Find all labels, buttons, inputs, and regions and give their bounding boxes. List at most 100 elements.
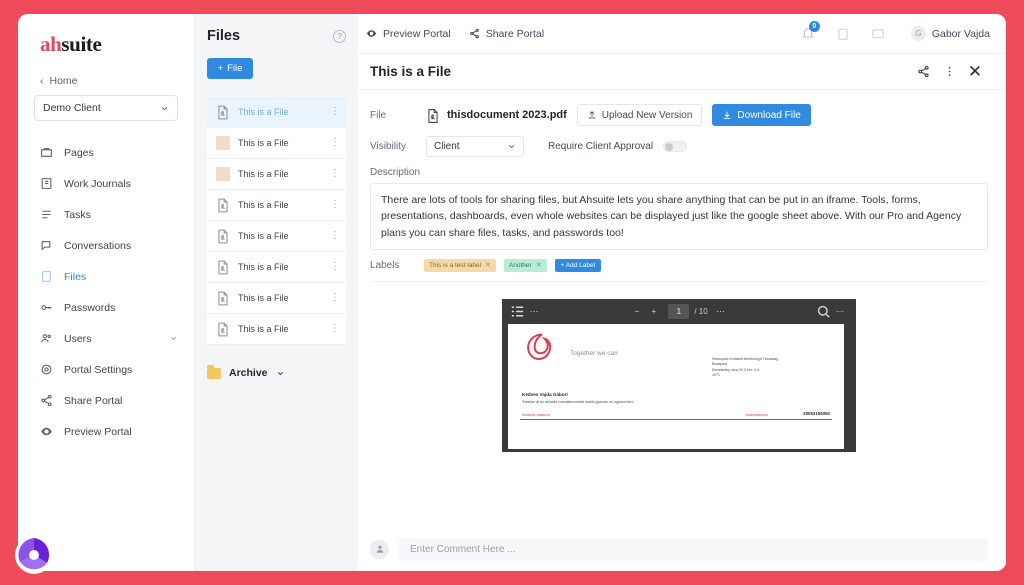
sidebar-item-passwords[interactable]: Passwords <box>18 292 194 323</box>
message-icon <box>872 28 885 38</box>
share-portal-label: Share Portal <box>485 27 545 40</box>
client-select[interactable]: Demo Client <box>34 95 178 121</box>
zoom-in-button[interactable]: + <box>645 303 662 320</box>
page-title: This is a File <box>370 64 452 79</box>
remove-label-icon[interactable]: ✕ <box>485 261 491 269</box>
labels-label: Labels <box>370 259 400 271</box>
pdf-file-icon <box>216 260 230 275</box>
sidebar-item-conversations[interactable]: Conversations <box>18 230 194 261</box>
add-file-button[interactable]: + File <box>207 58 253 79</box>
more-vertical-icon[interactable]: ⋮ <box>330 138 340 148</box>
more-vertical-icon[interactable]: ⋮ <box>330 169 340 179</box>
label-chip[interactable]: This is a test label ✕ <box>424 258 496 272</box>
more-horizontal-icon[interactable]: ⋯ <box>832 303 849 320</box>
upload-label: Upload New Version <box>601 109 693 121</box>
sidebar-label: Conversations <box>64 239 132 252</box>
app-window: ahsuite ‹ Home Demo Client Pages Work Jo… <box>18 14 1006 571</box>
close-button[interactable]: ✕ <box>962 59 988 85</box>
pdf-page-input[interactable]: 1 <box>668 303 690 319</box>
brand-logo[interactable]: ahsuite <box>18 14 194 71</box>
sidebar-item-work-journals[interactable]: Work Journals <box>18 168 194 199</box>
image-thumbnail <box>216 167 230 181</box>
image-thumbnail <box>216 136 230 150</box>
file-list-item[interactable]: This is a File ⋮ <box>207 221 346 252</box>
add-label-button[interactable]: + Add Label <box>554 258 602 272</box>
add-file-label: File <box>227 63 243 74</box>
home-label: Home <box>49 75 78 87</box>
sidebar: ahsuite ‹ Home Demo Client Pages Work Jo… <box>18 14 194 571</box>
download-icon <box>724 111 731 119</box>
zoom-out-button[interactable]: − <box>628 303 645 320</box>
upload-new-version-button[interactable]: Upload New Version <box>576 104 703 126</box>
pdf-tagline: Together we can <box>570 349 618 357</box>
more-options-button[interactable] <box>936 59 962 85</box>
file-name: This is a File <box>238 169 289 179</box>
comment-input[interactable]: Enter Comment Here ... <box>399 537 988 561</box>
file-list-item[interactable]: This is a File ⋮ <box>207 314 346 345</box>
chevron-down-icon <box>508 145 515 149</box>
file-name: This is a File <box>238 293 289 303</box>
plus-icon: + <box>217 63 224 74</box>
sidebar-label: Share Portal <box>64 394 123 407</box>
thumbnails-icon[interactable] <box>509 303 526 320</box>
file-list-item[interactable]: This is a File ⋮ <box>207 97 346 128</box>
pdf-page-total: / 10 <box>694 306 708 316</box>
preview-portal-label: Preview Portal <box>383 27 451 40</box>
sidebar-item-files[interactable]: Files <box>18 261 194 292</box>
pdf-invoice-number: 30053159392 <box>803 410 830 416</box>
more-horizontal-icon[interactable]: ⋯ <box>526 303 543 320</box>
visibility-label: Visibility <box>370 141 406 152</box>
archive-folder[interactable]: Archive <box>207 364 346 379</box>
file-list-item[interactable]: This is a File ⋮ <box>207 159 346 190</box>
sidebar-item-pages[interactable]: Pages <box>18 137 194 168</box>
tasks-button[interactable] <box>835 25 852 42</box>
more-horizontal-icon[interactable]: ⋯ <box>713 303 730 320</box>
description-textarea[interactable]: There are lots of tools for sharing file… <box>370 183 988 250</box>
visibility-row: Visibility Client Require Client Approva… <box>370 136 988 157</box>
sidebar-item-preview-portal[interactable]: Preview Portal <box>18 416 194 447</box>
clipboard-icon <box>838 28 848 40</box>
messages-button[interactable] <box>870 25 887 42</box>
visibility-select[interactable]: Client <box>426 136 524 157</box>
user-menu[interactable]: G Gabor Vajda <box>910 26 990 41</box>
sidebar-item-users[interactable]: Users <box>18 323 194 354</box>
help-circle-icon[interactable]: ? <box>333 29 346 43</box>
brand-suffix: suite <box>61 32 102 56</box>
more-vertical-icon[interactable]: ⋮ <box>330 262 340 272</box>
search-icon[interactable] <box>815 303 832 320</box>
share-file-button[interactable] <box>910 59 936 85</box>
more-vertical-icon[interactable]: ⋮ <box>330 324 340 334</box>
pdf-page-canvas: Together we can Seaxoport Korlátolt fele… <box>502 323 856 452</box>
more-vertical-icon[interactable]: ⋮ <box>330 293 340 303</box>
file-list-item[interactable]: This is a File ⋮ <box>207 190 346 221</box>
file-list-item[interactable]: This is a File ⋮ <box>207 252 346 283</box>
description-label: Description <box>370 167 421 178</box>
sidebar-item-tasks[interactable]: Tasks <box>18 199 194 230</box>
key-icon <box>40 301 53 314</box>
sidebar-item-portal-settings[interactable]: Portal Settings <box>18 354 194 385</box>
notifications-button[interactable]: 0 <box>800 21 820 42</box>
files-panel: Files ? + File This is a File ⋮ This is … <box>194 14 358 571</box>
pdf-file-icon <box>216 229 230 244</box>
chevron-down-icon <box>277 371 283 375</box>
more-vertical-icon[interactable]: ⋮ <box>330 200 340 210</box>
download-file-button[interactable]: Download File <box>712 104 811 126</box>
more-vertical-icon[interactable]: ⋮ <box>330 107 340 117</box>
share-portal-link[interactable]: Share Portal <box>469 28 544 40</box>
home-breadcrumb[interactable]: ‹ Home <box>18 71 194 95</box>
file-list-item[interactable]: This is a File ⋮ <box>207 128 346 159</box>
file-name-chip[interactable]: thisdocument 2023.pdf <box>426 108 567 123</box>
require-approval-toggle[interactable] <box>663 141 688 152</box>
client-select-value: Demo Client <box>43 102 101 114</box>
preview-portal-link[interactable]: Preview Portal <box>366 28 451 40</box>
remove-label-icon[interactable]: ✕ <box>536 261 542 269</box>
sidebar-label: Portal Settings <box>64 363 133 376</box>
share-icon <box>917 65 929 78</box>
sidebar-item-share-portal[interactable]: Share Portal <box>18 385 194 416</box>
label-chip[interactable]: Another ✕ <box>503 258 547 272</box>
file-list-item[interactable]: This is a File ⋮ <box>207 283 346 314</box>
file-name: This is a File <box>238 107 289 117</box>
file-name: This is a File <box>238 200 289 210</box>
pdf-scrollbar[interactable] <box>845 324 855 449</box>
more-vertical-icon[interactable]: ⋮ <box>330 231 340 241</box>
